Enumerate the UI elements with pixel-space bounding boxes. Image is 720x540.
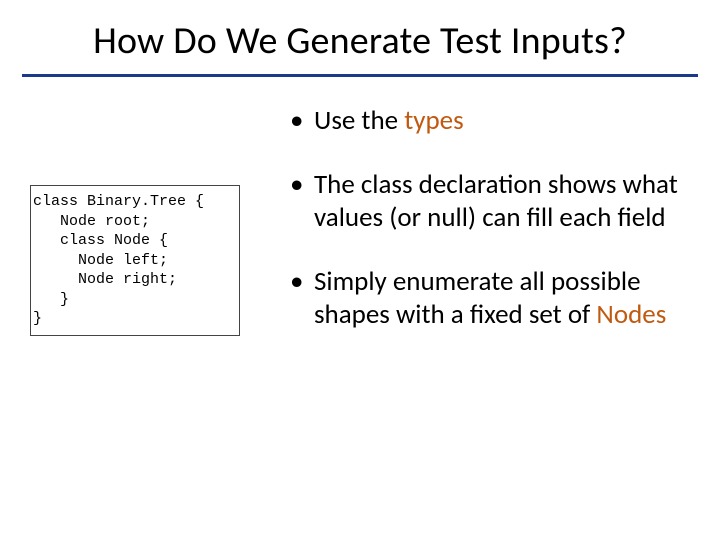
right-column: Use the types The class declaration show… — [280, 105, 690, 363]
code-line: Node right; — [33, 270, 229, 290]
slide-title: How Do We Generate Test Inputs? — [0, 0, 720, 74]
keyword: Nodes — [596, 298, 666, 331]
code-line: Node root; — [33, 212, 229, 232]
code-line: class Node { — [33, 231, 229, 251]
bullet-item: The class declaration shows what values … — [290, 169, 690, 234]
keyword: types — [404, 104, 463, 137]
code-line: } — [33, 309, 229, 329]
code-box: class Binary.Tree { Node root; class Nod… — [30, 185, 240, 336]
slide: How Do We Generate Test Inputs? class Bi… — [0, 0, 720, 540]
code-line: class Binary.Tree { — [33, 192, 229, 212]
bullet-list: Use the types The class declaration show… — [290, 105, 690, 331]
left-column: class Binary.Tree { Node root; class Nod… — [30, 105, 280, 363]
bullet-item: Simply enumerate all possible shapes wit… — [290, 266, 690, 331]
bullet-text: Use the — [314, 104, 404, 137]
bullet-text: The class declaration shows what values … — [314, 168, 678, 233]
code-line: } — [33, 290, 229, 310]
code-line: Node left; — [33, 251, 229, 271]
bullet-item: Use the types — [290, 105, 690, 137]
bullet-text: Simply enumerate all possible shapes wit… — [314, 265, 641, 330]
slide-body: class Binary.Tree { Node root; class Nod… — [0, 77, 720, 363]
